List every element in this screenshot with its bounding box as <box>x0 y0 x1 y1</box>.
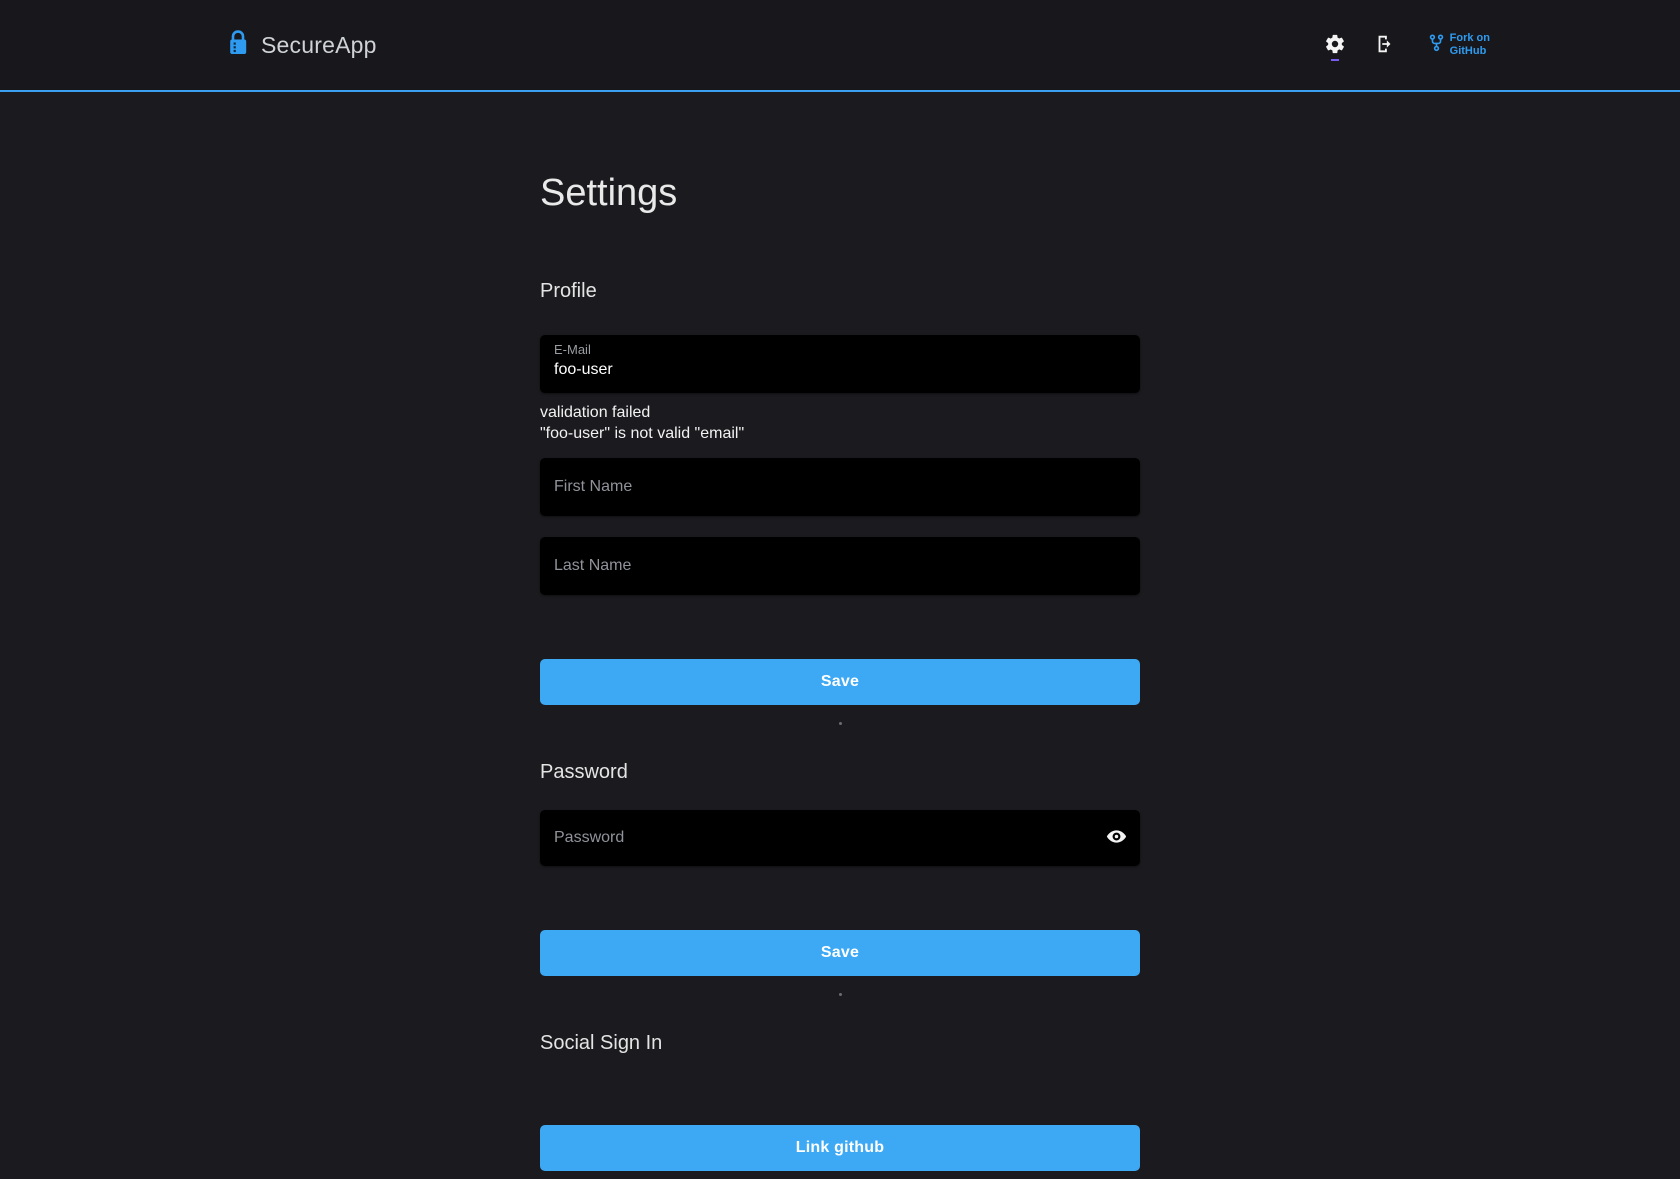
eye-icon <box>1106 826 1127 850</box>
password-input[interactable] <box>540 810 1140 866</box>
settings-page: Settings Profile E-Mail validation faile… <box>540 174 1140 1171</box>
page-title: Settings <box>540 174 1140 214</box>
last-name-field <box>540 537 1140 595</box>
logout-button[interactable] <box>1367 27 1403 63</box>
fork-on-github-link[interactable]: Fork on GitHub <box>1429 32 1490 58</box>
lock-icon <box>228 30 249 61</box>
first-name-input[interactable] <box>540 458 1140 516</box>
email-field[interactable]: E-Mail <box>540 335 1140 393</box>
brand: SecureApp <box>228 30 377 61</box>
panel-indicator-dot <box>839 993 842 996</box>
panel-indicator-dot <box>839 722 842 725</box>
git-fork-icon <box>1429 34 1444 57</box>
link-github-button[interactable]: Link github <box>540 1125 1140 1171</box>
header-actions: Fork on GitHub <box>1317 27 1490 63</box>
validation-line-1: validation failed <box>540 402 1140 423</box>
first-name-field <box>540 458 1140 516</box>
validation-line-2: "foo-user" is not valid "email" <box>540 423 1140 444</box>
email-input[interactable] <box>554 359 1126 379</box>
settings-button[interactable] <box>1317 27 1353 63</box>
password-save-button[interactable]: Save <box>540 930 1140 976</box>
profile-save-button[interactable]: Save <box>540 659 1140 705</box>
app-header: SecureApp <box>0 0 1680 92</box>
social-sign-in-heading: Social Sign In <box>540 1032 1140 1055</box>
active-tab-indicator <box>1331 59 1339 61</box>
logout-icon <box>1374 33 1396 58</box>
last-name-input[interactable] <box>540 537 1140 595</box>
toggle-password-visibility-button[interactable] <box>1100 822 1132 854</box>
password-field <box>540 810 1140 866</box>
email-field-label: E-Mail <box>554 342 1126 359</box>
fork-link-label: Fork on GitHub <box>1450 32 1490 58</box>
gear-icon <box>1324 33 1346 58</box>
password-section-heading: Password <box>540 761 1140 784</box>
app-title: SecureApp <box>261 32 377 59</box>
email-validation-message: validation failed "foo-user" is not vali… <box>540 402 1140 444</box>
profile-section-heading: Profile <box>540 280 1140 303</box>
